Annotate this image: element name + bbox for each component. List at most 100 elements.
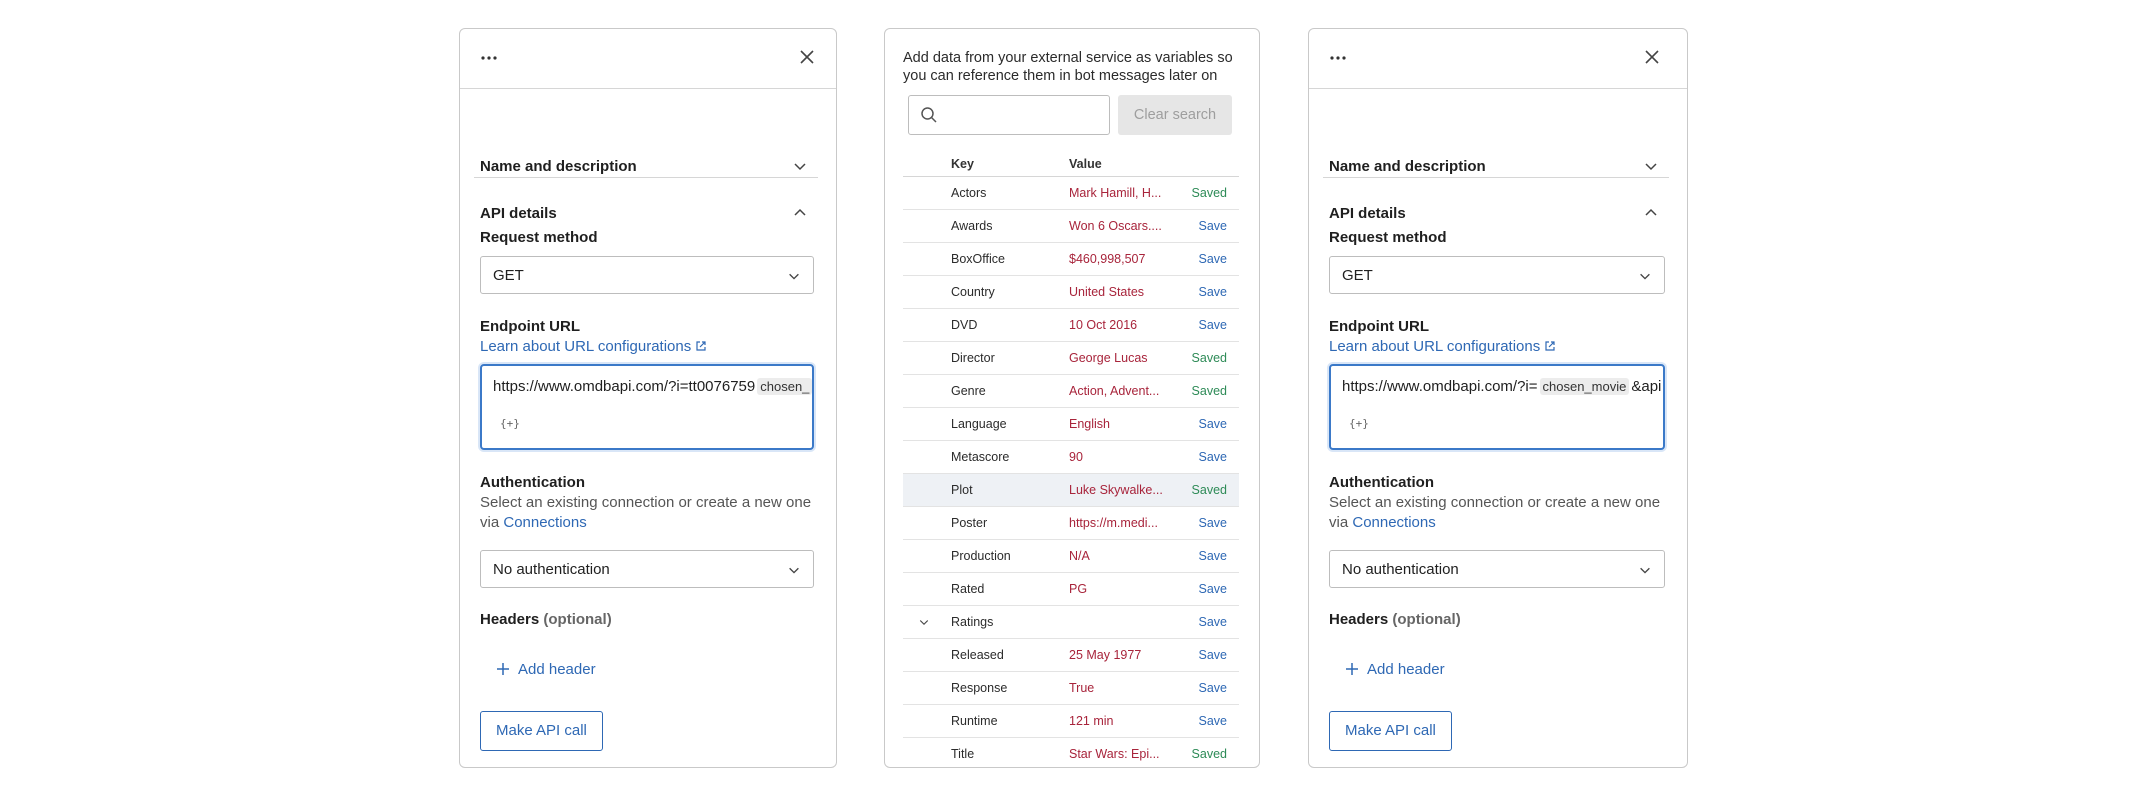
row-key: Production [951, 549, 1011, 563]
insert-variable-icon[interactable] [1349, 415, 1369, 431]
learn-url-config-link[interactable]: Learn about URL configurations [480, 338, 707, 355]
optional-tag: (optional) [1392, 611, 1461, 628]
panel-header [1309, 29, 1687, 89]
accordion-label: API details [1329, 205, 1406, 222]
save-button[interactable]: Save [1199, 450, 1228, 464]
row-value: Star Wars: Epi... [1069, 747, 1160, 761]
row-value: United States [1069, 285, 1145, 299]
table-row: Poster https://m.medi... Save [903, 507, 1239, 540]
saved-status: Saved [1191, 747, 1227, 761]
link-text[interactable]: Learn about URL configurations [480, 338, 691, 355]
table-row: Language English Save [903, 408, 1239, 441]
row-value: N/A [1069, 549, 1090, 563]
endpoint-url-label: Endpoint URL [480, 318, 580, 335]
search-field[interactable] [908, 95, 1110, 135]
add-header-button[interactable]: Add header [496, 661, 596, 678]
row-value: 90 [1069, 450, 1083, 464]
authentication-select[interactable]: No authentication [480, 550, 814, 588]
divider [1323, 177, 1669, 178]
add-header-label: Add header [518, 661, 596, 678]
accordion-label: Name and description [1329, 158, 1486, 175]
accordion-label: API details [480, 205, 557, 222]
authentication-label: Authentication [1329, 474, 1434, 491]
request-method-label: Request method [480, 229, 598, 246]
save-button[interactable]: Save [1199, 714, 1228, 728]
save-button[interactable]: Save [1199, 417, 1228, 431]
connections-link[interactable]: Connections [503, 514, 586, 531]
table-row: Country United States Save [903, 276, 1239, 309]
row-key: Title [951, 747, 975, 761]
endpoint-url-input[interactable]: https://www.omdbapi.com/?i= chosen_movie &… [1329, 364, 1665, 450]
variable-chip[interactable]: chosen_movie [1539, 378, 1630, 395]
response-variables-panel: Add data from your external service as v… [884, 28, 1260, 768]
request-method-label: Request method [1329, 229, 1447, 246]
save-button[interactable]: Save [1199, 615, 1228, 629]
request-method-select[interactable]: GET [1329, 256, 1665, 294]
add-header-button[interactable]: Add header [1345, 661, 1445, 678]
close-icon[interactable] [1643, 48, 1661, 66]
save-button[interactable]: Save [1199, 681, 1228, 695]
link-text[interactable]: Learn about URL configurations [1329, 338, 1540, 355]
save-button[interactable]: Save [1199, 285, 1228, 299]
save-button[interactable]: Save [1199, 648, 1228, 662]
save-button[interactable]: Save [1199, 219, 1228, 233]
connections-link[interactable]: Connections [1352, 514, 1435, 531]
insert-variable-icon[interactable] [500, 415, 520, 431]
more-options-icon[interactable] [480, 53, 498, 63]
close-icon[interactable] [798, 48, 816, 66]
row-key: Released [951, 648, 1004, 662]
table-row: Title Star Wars: Epi... Saved [903, 738, 1239, 767]
column-header-value: Value [1069, 157, 1102, 171]
api-call-panel-right: Name and description API details Request… [1308, 28, 1688, 768]
learn-url-config-link[interactable]: Learn about URL configurations [1329, 338, 1556, 355]
chevron-down-icon[interactable] [917, 616, 931, 628]
saved-status: Saved [1191, 483, 1227, 497]
table-row: Actors Mark Hamill, H... Saved [903, 177, 1239, 210]
request-method-select[interactable]: GET [480, 256, 814, 294]
chevron-down-icon [1638, 563, 1652, 577]
save-button[interactable]: Save [1199, 516, 1228, 530]
panel-header [460, 29, 836, 89]
authentication-select[interactable]: No authentication [1329, 550, 1665, 588]
table-row: Plot Luke Skywalke... Saved [903, 474, 1239, 507]
name-description-accordion[interactable]: Name and description [1323, 144, 1669, 190]
more-options-icon[interactable] [1329, 53, 1347, 63]
row-key: DVD [951, 318, 978, 332]
row-key: Plot [951, 483, 973, 497]
optional-tag: (optional) [543, 611, 612, 628]
search-input[interactable] [947, 104, 1101, 128]
make-api-call-button[interactable]: Make API call [480, 711, 603, 751]
row-key: Country [951, 285, 995, 299]
save-button[interactable]: Save [1199, 582, 1228, 596]
row-key: Metascore [951, 450, 1010, 464]
external-link-icon [1544, 340, 1556, 352]
name-description-accordion[interactable]: Name and description [474, 144, 818, 190]
clear-search-button[interactable]: Clear search [1118, 95, 1232, 135]
table-row: Production N/A Save [903, 540, 1239, 573]
chevron-down-icon [1643, 158, 1659, 174]
select-value: No authentication [493, 561, 610, 578]
row-key: Rated [951, 582, 985, 596]
url-text: https://www.omdbapi.com/?i= chosen_movie &… [1342, 378, 1661, 395]
headers-label: Headers (optional) [480, 611, 612, 628]
row-key: Language [951, 417, 1007, 431]
table-row: Response True Save [903, 672, 1239, 705]
column-header-key: Key [951, 157, 974, 171]
save-button[interactable]: Save [1199, 549, 1228, 563]
table-row: Metascore 90 Save [903, 441, 1239, 474]
select-value: GET [493, 267, 524, 284]
saved-status: Saved [1191, 351, 1227, 365]
endpoint-url-input[interactable]: https://www.omdbapi.com/?i=tt0076759 chos… [480, 364, 814, 450]
variable-chip[interactable]: chosen_ [757, 378, 812, 395]
make-api-call-button[interactable]: Make API call [1329, 711, 1452, 751]
url-prefix: https://www.omdbapi.com/?i=tt0076759 [493, 378, 756, 395]
headers-title: Headers [480, 611, 540, 628]
row-value: Mark Hamill, H... [1069, 186, 1162, 200]
table-header: Key Value [903, 151, 1239, 177]
save-button[interactable]: Save [1199, 318, 1228, 332]
intro-text: Add data from your external service as v… [903, 50, 1233, 84]
table-row: Genre Action, Advent... Saved [903, 375, 1239, 408]
save-button[interactable]: Save [1199, 252, 1228, 266]
row-key: BoxOffice [951, 252, 1005, 266]
row-value: PG [1069, 582, 1088, 596]
